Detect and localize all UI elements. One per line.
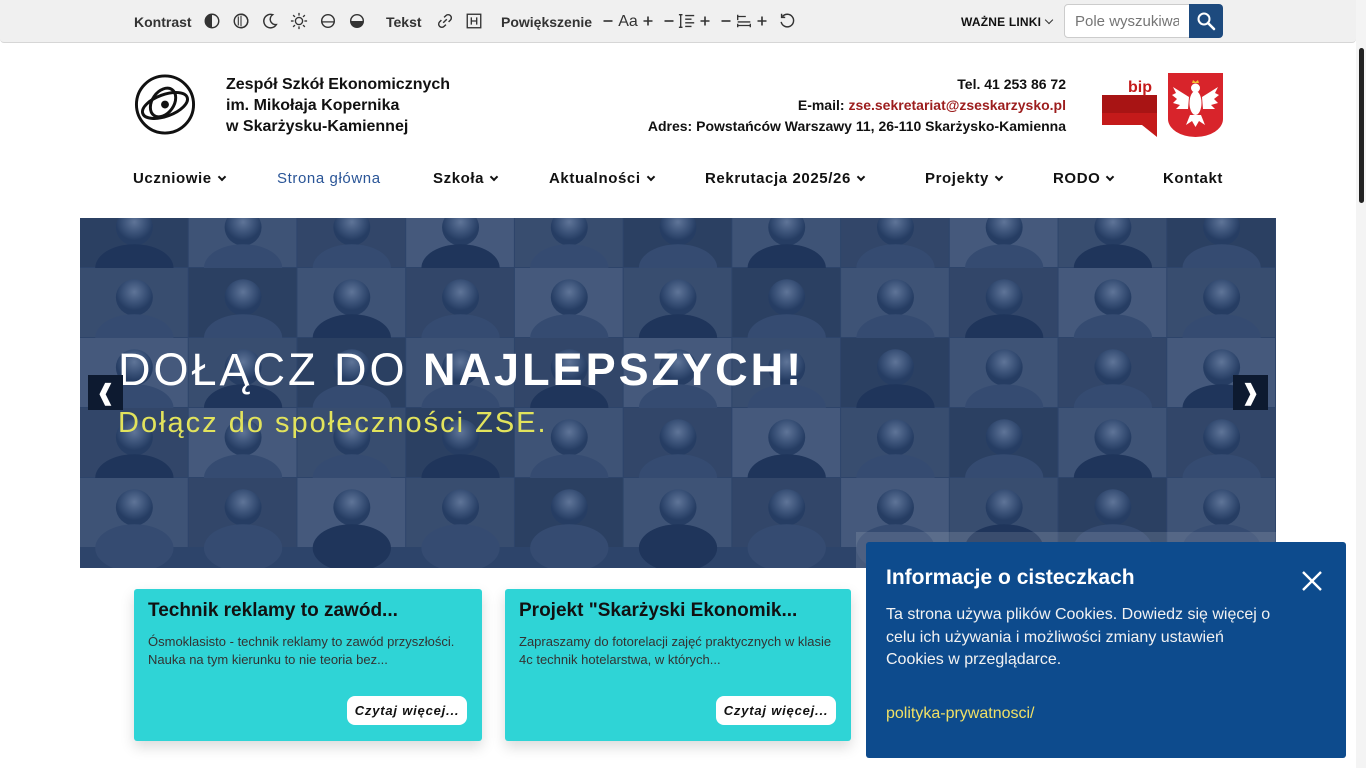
email-label: E-mail: <box>797 97 845 113</box>
letter-spacing-icon <box>734 11 754 31</box>
nav-item-label: RODO <box>1053 170 1101 187</box>
cookie-text: Ta strona używa plików Cookies. Dowiedz … <box>886 606 1271 668</box>
address-value: Powstańców Warszawy 11, 26-110 Skarżysko… <box>696 118 1066 134</box>
nav-item-uczniowie[interactable]: Uczniowie <box>133 170 226 187</box>
school-name-line-2: im. Mikołaja Kopernika <box>226 97 400 114</box>
nav-item-label: Aktualności <box>549 170 641 187</box>
reset-icon[interactable] <box>777 11 797 31</box>
chevron-down-icon <box>1044 15 1054 25</box>
contrast-label: Kontrast <box>134 14 192 30</box>
privacy-policy-link[interactable]: polityka-prywatnosci/ <box>886 705 1035 723</box>
read-more-button[interactable]: Czytaj więcej... <box>347 696 467 725</box>
hero-slider: DOŁĄCZ DO NAJLEPSZYCH! Dołącz do społecz… <box>80 218 1276 568</box>
brightness-icon[interactable] <box>289 11 309 31</box>
nav-item-label: Uczniowie <box>133 170 212 187</box>
nav-item-rodo[interactable]: RODO <box>1053 170 1115 187</box>
chevron-down-icon <box>646 172 655 182</box>
important-links-dropdown[interactable]: WAŻNE LINKI <box>961 15 1054 29</box>
news-card-description: Zapraszamy do fotorelacji zajęć praktycz… <box>519 634 832 667</box>
scrollbar-thumb[interactable] <box>1359 48 1364 203</box>
close-icon[interactable] <box>1300 569 1324 593</box>
letter-spacing-decrease-icon[interactable] <box>716 11 736 31</box>
font-increase-icon[interactable] <box>638 11 658 31</box>
news-card[interactable]: Projekt "Skarżyski Ekonomik... Zapraszam… <box>505 589 851 741</box>
school-name: Zespół Szkół Ekonomicznych im. Mikołaja … <box>226 74 450 137</box>
news-card-title[interactable]: Technik reklamy to zawód... <box>148 600 398 622</box>
news-card[interactable]: Technik reklamy to zawód... Ósmoklasisto… <box>134 589 482 741</box>
chevron-down-icon <box>856 172 866 182</box>
school-name-line-1: Zespół Szkół Ekonomicznych <box>226 76 451 93</box>
phone-label: Tel. <box>957 76 981 92</box>
nav-item-label: Szkoła <box>433 170 485 187</box>
contact-info: Tel. 41 253 86 72 E-mail: zse.sekretaria… <box>648 74 1066 137</box>
nav-item-home[interactable]: Strona główna <box>277 170 381 187</box>
search-button[interactable] <box>1189 4 1223 38</box>
nav-item-label: Projekty <box>925 170 989 187</box>
chevron-down-icon <box>994 172 1004 182</box>
hero-title-normal: DOŁĄCZ DO <box>118 344 424 395</box>
hero-title-bold: NAJLEPSZYCH! <box>423 344 805 395</box>
cookie-title: Informacje o cisteczkach <box>886 566 1135 589</box>
hero-title: DOŁĄCZ DO NAJLEPSZYCH! <box>118 344 804 396</box>
hero-subtitle: Dołącz do społeczności ZSE. <box>118 407 548 439</box>
font-decrease-icon[interactable] <box>598 11 618 31</box>
invert-icon[interactable] <box>231 11 251 31</box>
address-line: Adres: Powstańców Warszawy 11, 26-110 Sk… <box>648 116 1066 137</box>
search-icon <box>1197 12 1216 31</box>
news-card-title[interactable]: Projekt "Skarżyski Ekonomik... <box>519 600 797 622</box>
poland-emblem[interactable] <box>1168 73 1223 137</box>
line-height-icon <box>677 11 697 31</box>
read-more-button[interactable]: Czytaj więcej... <box>716 696 836 725</box>
font-size-icon: Aa <box>618 13 638 30</box>
phone-number: 41 253 86 72 <box>984 76 1066 92</box>
email-line: E-mail: zse.sekretariat@zseskarzysko.pl <box>648 95 1066 116</box>
school-name-line-3: w Skarżysku-Kamiennej <box>226 118 409 135</box>
important-links-label: WAŻNE LINKI <box>961 15 1042 29</box>
night-mode-icon[interactable] <box>260 11 280 31</box>
bip-text: bip <box>1128 79 1152 96</box>
line-height-decrease-icon[interactable] <box>659 11 679 31</box>
address-label: Adres: <box>647 118 693 134</box>
nav-item-projekty[interactable]: Projekty <box>925 170 1004 187</box>
accessibility-toolbar: Kontrast Tekst Powiększenie Aa WAŻNE LIN… <box>0 0 1356 43</box>
page-scrollbar[interactable] <box>1356 0 1366 768</box>
grayscale-icon[interactable] <box>318 11 338 31</box>
school-logo[interactable] <box>133 73 197 136</box>
bip-logo[interactable]: bip <box>1102 73 1158 137</box>
nav-item-aktualnosci[interactable]: Aktualności <box>549 170 655 187</box>
letter-spacing-increase-icon[interactable] <box>752 11 772 31</box>
text-label: Tekst <box>386 14 422 30</box>
nav-item-szkola[interactable]: Szkoła <box>433 170 499 187</box>
main-navigation: Uczniowie Strona główna Szkoła Aktualnoś… <box>133 170 1223 188</box>
heading-highlight-icon[interactable] <box>464 11 484 31</box>
link-highlight-icon[interactable] <box>435 11 455 31</box>
nav-item-label: Kontakt <box>1163 170 1224 187</box>
search-input[interactable] <box>1064 4 1190 38</box>
contrast-icon[interactable] <box>202 11 222 31</box>
chevron-down-icon <box>1106 172 1115 182</box>
zoom-label: Powiększenie <box>501 14 593 30</box>
nav-item-rekrutacja[interactable]: Rekrutacja 2025/26 <box>705 170 866 187</box>
nav-item-label: Strona główna <box>277 170 381 187</box>
cookie-notice: Informacje o cisteczkach Ta strona używa… <box>866 542 1346 758</box>
slider-prev-button[interactable]: ❰ <box>88 375 123 410</box>
slider-next-button[interactable]: ❱ <box>1233 375 1268 410</box>
news-card-description: Ósmoklasisto - technik reklamy to zawód … <box>148 634 455 667</box>
nav-item-kontakt[interactable]: Kontakt <box>1163 170 1223 187</box>
email-link[interactable]: zse.sekretariat@zseskarzysko.pl <box>848 97 1066 113</box>
saturation-icon[interactable] <box>347 11 367 31</box>
chevron-down-icon <box>217 172 226 182</box>
nav-item-label: Rekrutacja 2025/26 <box>705 170 851 187</box>
phone-line: Tel. 41 253 86 72 <box>648 74 1066 95</box>
line-height-increase-icon[interactable] <box>695 11 715 31</box>
chevron-down-icon <box>489 172 499 182</box>
